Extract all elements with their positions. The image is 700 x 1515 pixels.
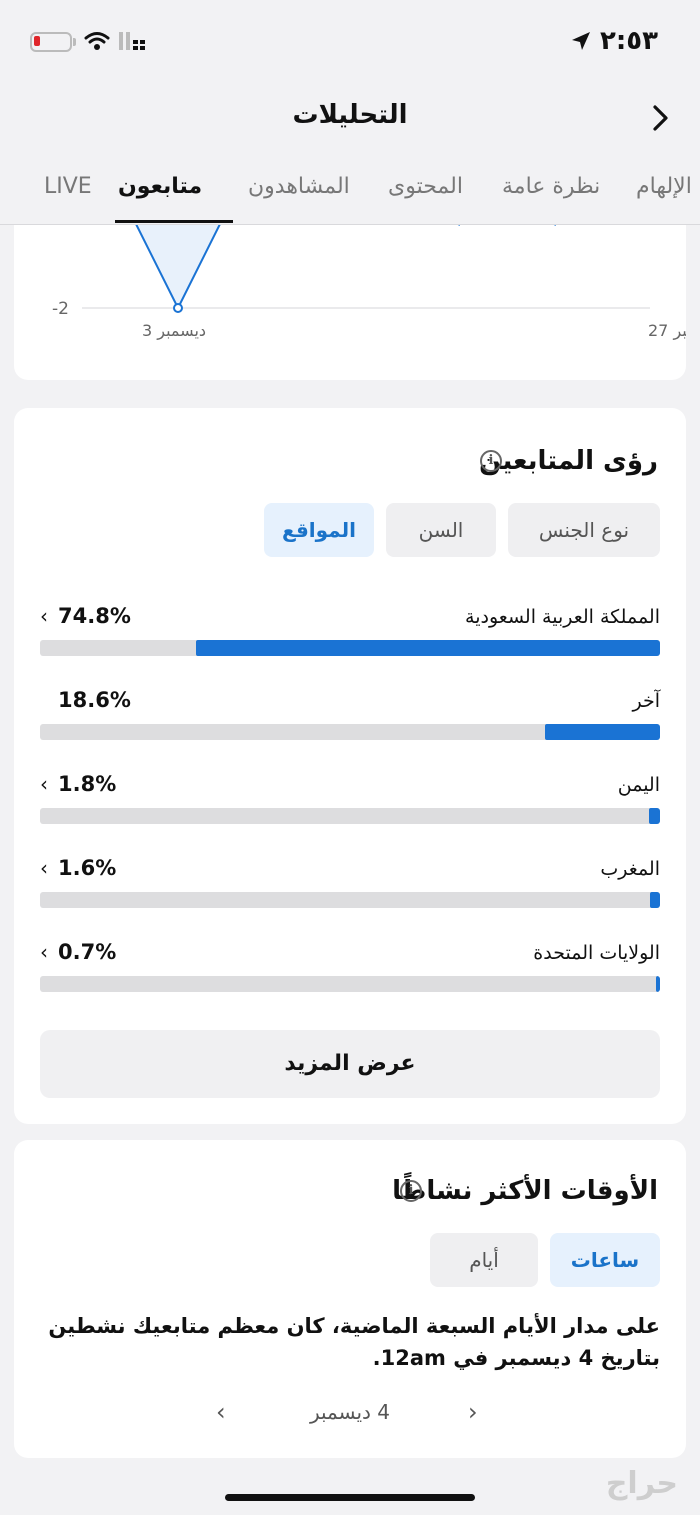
- status-time: ٢:٥٣: [599, 26, 658, 56]
- location-name: اليمن: [617, 774, 660, 796]
- line-chart: -2 نوفمبر 27 ديسمبر 3: [52, 212, 686, 341]
- chevron-left-icon[interactable]: ‹: [40, 856, 48, 880]
- x-tick-label-start: نوفمبر 27: [648, 321, 686, 341]
- location-row[interactable]: اليمن 1.8% ‹: [40, 772, 660, 844]
- page-title: التحليلات: [292, 100, 408, 130]
- location-name: المغرب: [600, 858, 660, 880]
- location-name: آخر: [632, 690, 660, 712]
- location-name: المملكة العربية السعودية: [465, 606, 660, 628]
- tab-inspiration[interactable]: الإلهام: [636, 174, 692, 199]
- active-times-description: على مدار الأيام السبعة الماضية، كان معظم…: [48, 1314, 660, 1370]
- segment-days[interactable]: أيام: [430, 1233, 538, 1287]
- segment-gender[interactable]: نوع الجنس: [508, 503, 660, 557]
- location-bar-track: [40, 892, 660, 908]
- tab-bar: LIVE متابعون المشاهدون المحتوى نظرة عامة…: [0, 168, 700, 224]
- segment-hours[interactable]: ساعات: [550, 1233, 660, 1287]
- x-tick-label-end: ديسمبر 3: [142, 321, 206, 341]
- data-point: [173, 303, 183, 313]
- chevron-right-icon[interactable]: ›: [468, 1398, 478, 1426]
- follower-insights-title: رؤى المتابعين: [479, 446, 658, 476]
- active-tab-indicator: [115, 220, 233, 223]
- tab-content[interactable]: المحتوى: [388, 174, 463, 199]
- location-bar-track: [40, 640, 660, 656]
- segment-age[interactable]: السن: [386, 503, 496, 557]
- active-times-title: الأوقات الأكثر نشاطًا: [392, 1176, 658, 1206]
- location-bar-track: [40, 976, 660, 992]
- location-row[interactable]: المغرب 1.6% ‹: [40, 856, 660, 928]
- location-percent: 0.7%: [58, 940, 117, 964]
- tab-live[interactable]: LIVE: [44, 174, 92, 199]
- chevron-left-icon[interactable]: ‹: [40, 772, 48, 796]
- chevron-left-icon[interactable]: ‹: [40, 940, 48, 964]
- location-bar-fill: [648, 808, 660, 824]
- date-label: 4 ديسمبر: [309, 1400, 391, 1424]
- location-arrow-icon: [572, 32, 590, 50]
- tab-overview[interactable]: نظرة عامة: [502, 174, 600, 199]
- info-icon[interactable]: i: [400, 1180, 422, 1202]
- chevron-left-icon[interactable]: ‹: [40, 604, 48, 628]
- location-bar-fill: [196, 640, 660, 656]
- location-bar-fill: [650, 892, 660, 908]
- signal-icon: [119, 32, 145, 50]
- home-indicator: [225, 1494, 475, 1501]
- battery-level: [34, 36, 40, 46]
- location-percent: 18.6%: [58, 688, 131, 712]
- y-tick-label: -2: [52, 299, 69, 319]
- location-name: الولايات المتحدة: [533, 942, 660, 964]
- location-bar-track: [40, 724, 660, 740]
- location-bar-fill: [655, 976, 660, 992]
- battery-cap: [73, 38, 76, 46]
- location-row: آخر 18.6%: [40, 688, 660, 760]
- info-icon[interactable]: i: [480, 450, 502, 472]
- show-more-button[interactable]: عرض المزيد: [40, 1030, 660, 1098]
- location-percent: 1.8%: [58, 772, 117, 796]
- location-percent: 74.8%: [58, 604, 131, 628]
- wifi-icon: [84, 32, 110, 50]
- segment-locations[interactable]: المواقع: [264, 503, 374, 557]
- tab-audience[interactable]: المشاهدون: [248, 174, 350, 199]
- tab-followers[interactable]: متابعون: [118, 174, 202, 199]
- location-row[interactable]: الولايات المتحدة 0.7% ‹: [40, 940, 660, 1012]
- chevron-right-icon[interactable]: [652, 104, 670, 132]
- watermark: حراج: [605, 1466, 678, 1501]
- location-bar-fill: [544, 724, 660, 740]
- location-percent: 1.6%: [58, 856, 117, 880]
- location-row[interactable]: المملكة العربية السعودية 74.8% ‹: [40, 604, 660, 676]
- tabs-divider: [0, 224, 700, 225]
- chart-area: [130, 212, 226, 308]
- chart-card: -2 نوفمبر 27 ديسمبر 3: [14, 212, 686, 380]
- location-bar-track: [40, 808, 660, 824]
